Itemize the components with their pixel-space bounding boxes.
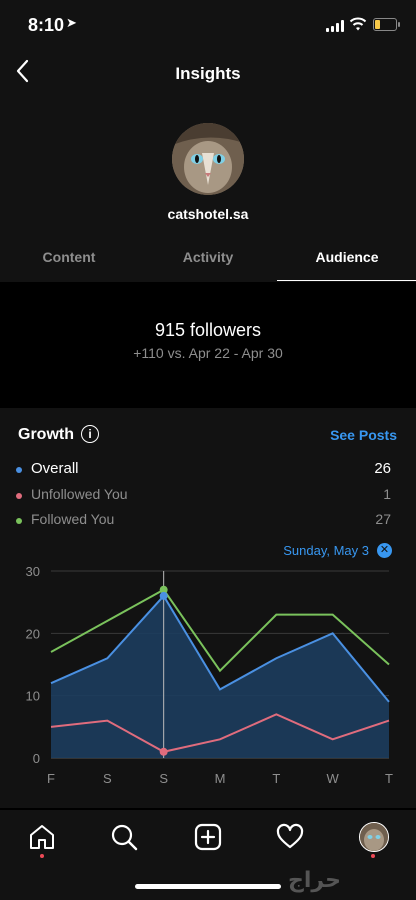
status-time: 8:10 xyxy=(28,15,65,35)
legend-overall: Overall 26 xyxy=(16,460,391,480)
active-tab-indicator xyxy=(277,280,416,281)
unfollowed-dot xyxy=(16,493,22,499)
tooltip-date: Sunday, May 3 xyxy=(283,543,369,558)
legend-value-unfollowed: 1 xyxy=(383,486,391,502)
legend-unfollowed: Unfollowed You 1 xyxy=(16,486,391,506)
home-notification-dot xyxy=(40,854,44,858)
legend-label-unfollowed: Unfollowed You xyxy=(31,486,128,502)
x-tick-label: F xyxy=(47,771,55,786)
followed-dot xyxy=(16,518,22,524)
watermark-logo: حراج xyxy=(288,868,341,893)
legend-label-overall: Overall xyxy=(31,460,79,477)
x-tick-label: W xyxy=(327,771,340,786)
home-icon[interactable] xyxy=(28,823,56,851)
y-tick-label: 30 xyxy=(26,564,40,579)
y-tick-label: 20 xyxy=(26,626,40,641)
location-arrow-icon: ➤ xyxy=(66,15,77,30)
wifi-icon xyxy=(349,17,367,31)
cellular-signal-icon xyxy=(326,20,344,32)
legend-followed: Followed You 27 xyxy=(16,511,391,531)
home-indicator xyxy=(135,884,281,889)
profile-icon xyxy=(360,823,388,851)
x-tick-label: T xyxy=(385,771,393,786)
search-icon[interactable] xyxy=(110,823,138,851)
legend-label-followed: Followed You xyxy=(31,511,115,527)
add-post-icon[interactable] xyxy=(194,823,222,851)
x-tick-label: S xyxy=(159,771,168,786)
overall-dot xyxy=(16,467,22,473)
unfollowed-highlight-point xyxy=(159,747,168,756)
tab-audience[interactable]: Audience xyxy=(278,249,416,265)
followers-change: +110 vs. Apr 22 - Apr 30 xyxy=(133,345,283,361)
profile-tab-avatar[interactable] xyxy=(359,822,389,852)
tab-activity[interactable]: Activity xyxy=(139,249,277,265)
profile-avatar xyxy=(172,123,244,195)
page-title: Insights xyxy=(175,64,241,83)
x-tick-label: M xyxy=(215,771,226,786)
see-posts-link[interactable]: See Posts xyxy=(330,427,397,443)
close-tooltip-icon[interactable]: ✕ xyxy=(377,543,392,558)
heart-icon[interactable] xyxy=(276,823,304,851)
tab-content[interactable]: Content xyxy=(0,249,138,265)
x-tick-label: T xyxy=(272,771,280,786)
y-tick-label: 10 xyxy=(26,689,40,704)
growth-chart[interactable]: 0 10 20 30 F S S M T W T xyxy=(0,558,416,788)
profile-username: catshotel.sa xyxy=(167,206,249,222)
growth-title: Growth xyxy=(18,426,74,443)
overall-highlight-point xyxy=(159,591,168,600)
followers-count: 915 followers xyxy=(154,320,262,340)
legend-value-overall: 26 xyxy=(374,460,391,477)
legend-value-followed: 27 xyxy=(375,511,391,527)
info-icon[interactable]: i xyxy=(81,425,99,443)
y-tick-label: 0 xyxy=(33,751,40,766)
battery-icon xyxy=(373,18,400,31)
x-tick-label: S xyxy=(103,771,112,786)
profile-notification-dot xyxy=(371,854,375,858)
